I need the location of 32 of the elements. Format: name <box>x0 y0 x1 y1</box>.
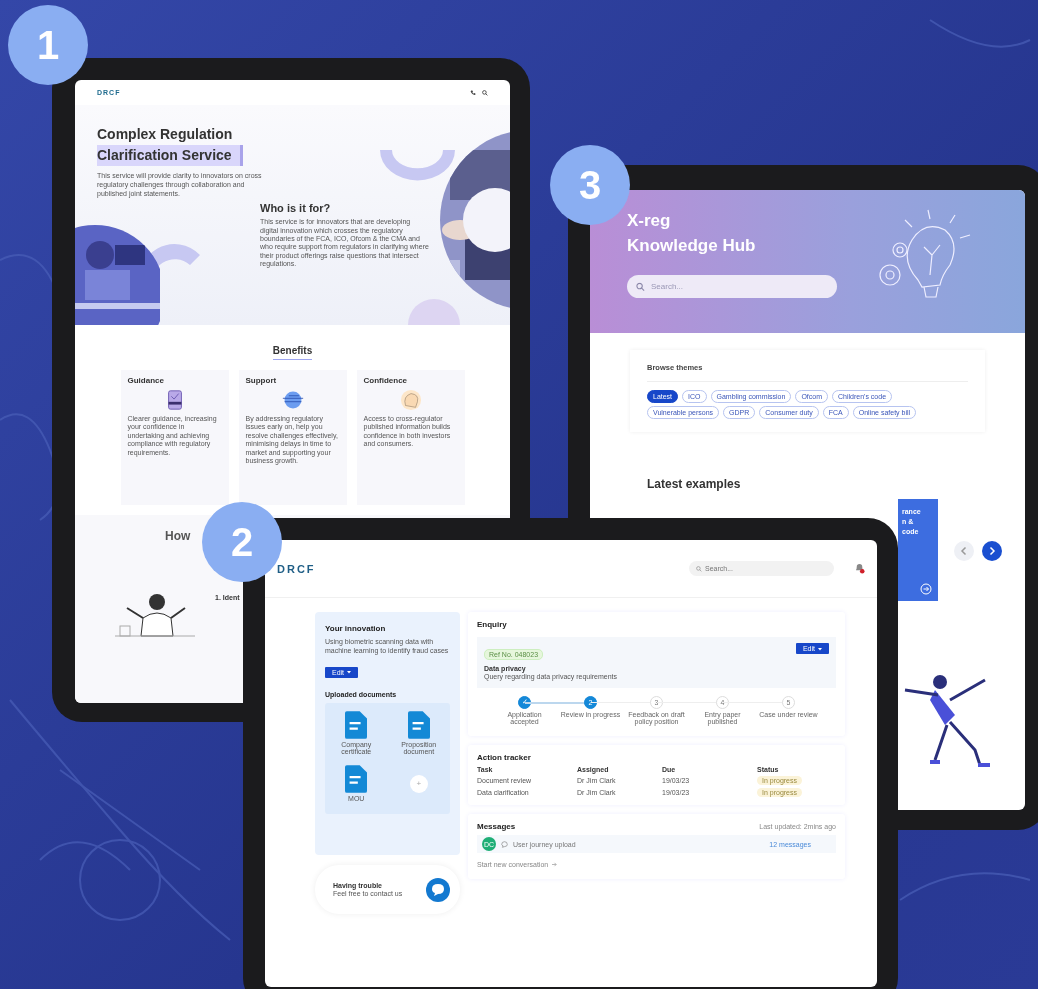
card-title: Support <box>245 376 278 385</box>
card-title: Guidance <box>127 376 165 385</box>
document-icon[interactable] <box>345 765 368 794</box>
next-button[interactable] <box>982 541 1002 561</box>
search-icon <box>696 565 702 572</box>
search-field[interactable]: Search... <box>627 275 837 298</box>
arrow-right-icon[interactable] <box>920 583 932 595</box>
card-title: Your innovation <box>325 624 387 633</box>
document-icon[interactable] <box>345 710 368 739</box>
arrow-right-icon <box>552 862 558 868</box>
caret-icon <box>347 670 352 674</box>
card-title: Messages <box>477 822 516 832</box>
document-icon[interactable] <box>407 710 430 739</box>
chat-icon <box>501 840 508 848</box>
step-number-badge: 1 <box>8 5 88 85</box>
head-icon <box>399 389 422 411</box>
chat-button[interactable] <box>426 877 450 902</box>
search-icon[interactable] <box>482 89 488 96</box>
hub-title: Knowledge Hub <box>627 235 757 257</box>
search-icon <box>636 282 645 291</box>
notification-icon[interactable] <box>854 563 865 574</box>
section-heading: Benefits <box>272 345 313 360</box>
card-title: Confidence <box>363 376 409 385</box>
page-title: Complex Regulation <box>97 125 234 144</box>
page-title: Clarification Service <box>97 145 243 166</box>
globe-icon <box>281 389 304 411</box>
card-title: Enquiry <box>477 620 508 629</box>
hub-title: X-reg <box>627 210 672 232</box>
section-heading: Who is it for? <box>260 202 332 215</box>
card-title: Action tracker <box>477 753 532 763</box>
phone-icon[interactable] <box>470 89 476 96</box>
section-heading: Latest examples <box>647 477 742 491</box>
